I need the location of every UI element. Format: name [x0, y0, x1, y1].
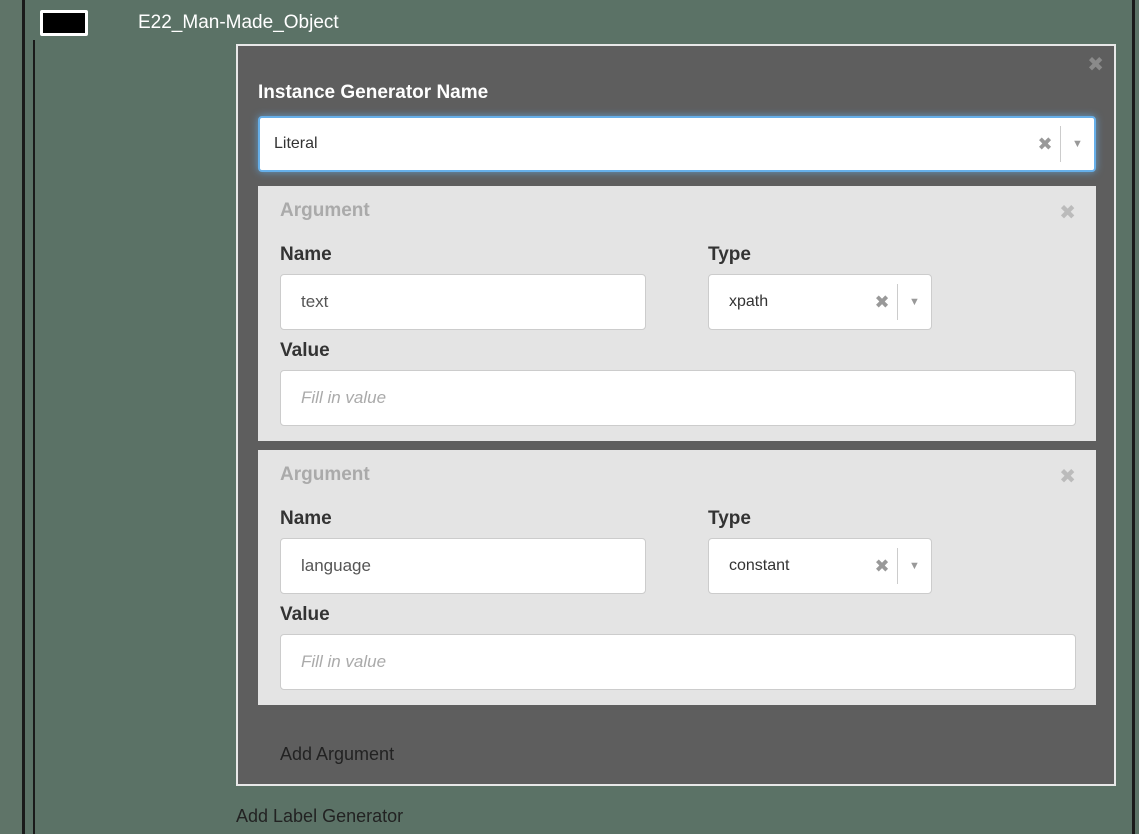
add-label-generator-link[interactable]: Add Label Generator: [236, 806, 403, 827]
argument-value-placeholder: Fill in value: [301, 388, 387, 407]
class-name: E22_Man-Made_Object: [138, 12, 339, 33]
class-toggle[interactable]: [40, 10, 88, 36]
argument-close-icon[interactable]: ✖: [1059, 464, 1076, 489]
argument-name-value: language: [301, 556, 371, 575]
left-gutter: [0, 0, 22, 834]
argument-card: Argument ✖ Name Type language constant ✖…: [258, 450, 1096, 705]
value-label: Value: [280, 604, 330, 625]
type-label: Type: [708, 508, 751, 529]
type-label: Type: [708, 244, 751, 265]
clear-icon[interactable]: ✖: [867, 292, 897, 313]
argument-name-value: text: [301, 292, 329, 311]
chevron-down-icon[interactable]: ▼: [1060, 126, 1094, 162]
class-header: E22_Man-Made_Object: [40, 6, 339, 40]
instance-generator-panel: ✖ Instance Generator Name Literal ✖ ▼ Ar…: [236, 44, 1116, 786]
argument-close-icon[interactable]: ✖: [1059, 200, 1076, 225]
left-border: [22, 0, 25, 834]
argument-value-input[interactable]: Fill in value: [280, 634, 1076, 690]
argument-card: Argument ✖ Name Type text xpath ✖ ▼ Valu…: [258, 186, 1096, 441]
argument-type-value: xpath: [729, 293, 769, 310]
value-label: Value: [280, 340, 330, 361]
argument-type-select[interactable]: xpath ✖ ▼: [708, 274, 932, 330]
argument-type-value: constant: [729, 557, 790, 574]
argument-title: Argument: [280, 464, 370, 485]
clear-icon[interactable]: ✖: [867, 556, 897, 577]
instance-generator-label: Instance Generator Name: [258, 82, 489, 103]
name-label: Name: [280, 508, 332, 529]
argument-title: Argument: [280, 200, 370, 221]
right-border: [1132, 0, 1135, 834]
argument-name-input[interactable]: language: [280, 538, 646, 594]
instance-generator-select[interactable]: Literal ✖ ▼: [258, 116, 1096, 172]
inner-border: [33, 40, 35, 834]
argument-value-placeholder: Fill in value: [301, 652, 387, 671]
argument-type-select[interactable]: constant ✖ ▼: [708, 538, 932, 594]
argument-value-input[interactable]: Fill in value: [280, 370, 1076, 426]
clear-icon[interactable]: ✖: [1030, 134, 1060, 155]
chevron-down-icon[interactable]: ▼: [897, 548, 931, 584]
name-label: Name: [280, 244, 332, 265]
add-argument-link[interactable]: Add Argument: [280, 744, 394, 765]
argument-name-input[interactable]: text: [280, 274, 646, 330]
panel-close-icon[interactable]: ✖: [1087, 52, 1104, 77]
chevron-down-icon[interactable]: ▼: [897, 284, 931, 320]
instance-generator-value: Literal: [274, 135, 318, 152]
